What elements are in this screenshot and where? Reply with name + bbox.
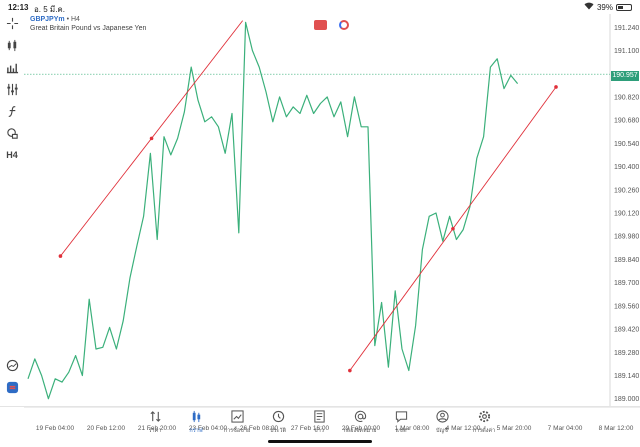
home-indicator	[268, 440, 372, 443]
price-line-series	[27, 21, 519, 400]
tab-label: ราคา	[148, 428, 162, 434]
trendline-anchor-start	[58, 254, 63, 258]
y-tick-label: 190.820	[614, 94, 639, 101]
trendline-anchor-start	[348, 368, 352, 373]
indicators-sliders-icon[interactable]	[4, 81, 20, 97]
mailbox-at-icon	[354, 410, 366, 422]
status-time: 12:13	[8, 3, 29, 12]
trendline-anchor-mid	[451, 226, 455, 231]
history-clock-icon[interactable]	[4, 357, 20, 373]
y-tick-label: 189.140	[614, 373, 639, 380]
sell-button-icon[interactable]	[314, 20, 327, 30]
shapes-icon[interactable]	[4, 125, 20, 141]
symbol-separator: •	[66, 16, 70, 23]
buy-button-icon[interactable]	[339, 20, 349, 30]
function-icon[interactable]	[4, 103, 20, 119]
y-tick-label: 189.000	[614, 396, 639, 403]
quotes-arrows-icon	[149, 411, 161, 422]
tab-label: ข่าว	[314, 428, 324, 434]
battery-percent: 39%	[596, 2, 613, 12]
battery-fill	[618, 5, 624, 9]
symbol-name[interactable]: GBPJPYm	[30, 16, 65, 23]
tab-label: ประวัติ	[269, 428, 287, 434]
timeframe-h4[interactable]: H4	[4, 147, 20, 163]
y-tick-label: 190.260	[614, 187, 639, 194]
status-right: 39%	[584, 2, 632, 12]
y-tick-label: 190.680	[614, 118, 639, 125]
history-clock-icon	[272, 410, 284, 423]
tab-history[interactable]: ประวัติ	[258, 410, 298, 440]
trendline-anchor-mid	[149, 136, 154, 141]
battery-icon	[616, 3, 632, 11]
y-tick-label: 189.980	[614, 234, 639, 241]
tab-label: แชท	[395, 428, 407, 434]
y-tick-label: 189.560	[614, 303, 639, 310]
one-click-trade-icon[interactable]	[4, 379, 20, 395]
chart-candles-icon	[192, 410, 200, 423]
symbol-info: GBPJPYm • H4 Great Britain Pound vs Japa…	[30, 15, 146, 33]
y-tick-label: 191.240	[614, 25, 639, 32]
trade-chart-icon	[230, 410, 244, 423]
symbol-timeframe: H4	[70, 16, 80, 23]
tab-trade[interactable]: การซื้อขาย	[217, 410, 257, 440]
tab-label: การตั้งค่า	[472, 428, 496, 434]
tab-label: การซื้อขาย	[223, 428, 251, 434]
y-tick-label: 189.420	[614, 327, 639, 334]
y-tick-label: 190.120	[614, 210, 639, 217]
tab-label: กล่องจดหมาย	[343, 428, 377, 434]
settings-gear-icon	[478, 410, 490, 423]
chat-bubble-icon	[395, 411, 407, 423]
y-tick-label: 189.700	[614, 280, 639, 287]
left-toolbar: H4	[0, 14, 24, 409]
tab-account[interactable]: บัญชี	[422, 410, 462, 440]
tab-news[interactable]: ข่าว	[299, 410, 339, 440]
tab-label: บัญชี	[436, 428, 448, 434]
price-chart[interactable]: 191.240 191.100 190.820 190.680 190.540 190.4…	[0, 0, 640, 447]
crosshair-icon[interactable]	[4, 15, 20, 31]
tab-chat[interactable]: แชท	[381, 410, 421, 440]
tab-mailbox[interactable]: กล่องจดหมาย	[340, 410, 380, 440]
account-user-icon	[435, 410, 449, 423]
trade-buttons	[314, 20, 349, 30]
status-bar: 12:13 อ. 5 มี.ค. 39%	[0, 0, 640, 14]
tab-quotes[interactable]: ราคา	[135, 410, 175, 440]
trendline-1	[60, 20, 244, 257]
news-icon	[313, 410, 325, 423]
trendline-anchor-end	[554, 85, 558, 89]
symbol-description: Great Britain Pound vs Japanese Yen	[30, 25, 147, 32]
tab-label: กราฟ	[189, 428, 203, 434]
bar-chart-type-icon[interactable]	[4, 59, 20, 75]
trendline-2	[349, 86, 557, 371]
wifi-icon	[584, 2, 594, 12]
y-tick-label: 189.280	[614, 350, 639, 357]
tab-settings[interactable]: การตั้งค่า	[464, 410, 504, 440]
y-tick-label: 190.540	[614, 141, 639, 148]
current-price-tag: 190.957	[611, 71, 639, 81]
y-tick-label: 190.400	[614, 164, 639, 171]
y-tick-label: 191.100	[614, 48, 639, 55]
tab-chart[interactable]: กราฟ	[176, 410, 216, 440]
candlestick-type-icon[interactable]	[4, 37, 20, 53]
y-tick-label: 189.840	[614, 257, 639, 264]
